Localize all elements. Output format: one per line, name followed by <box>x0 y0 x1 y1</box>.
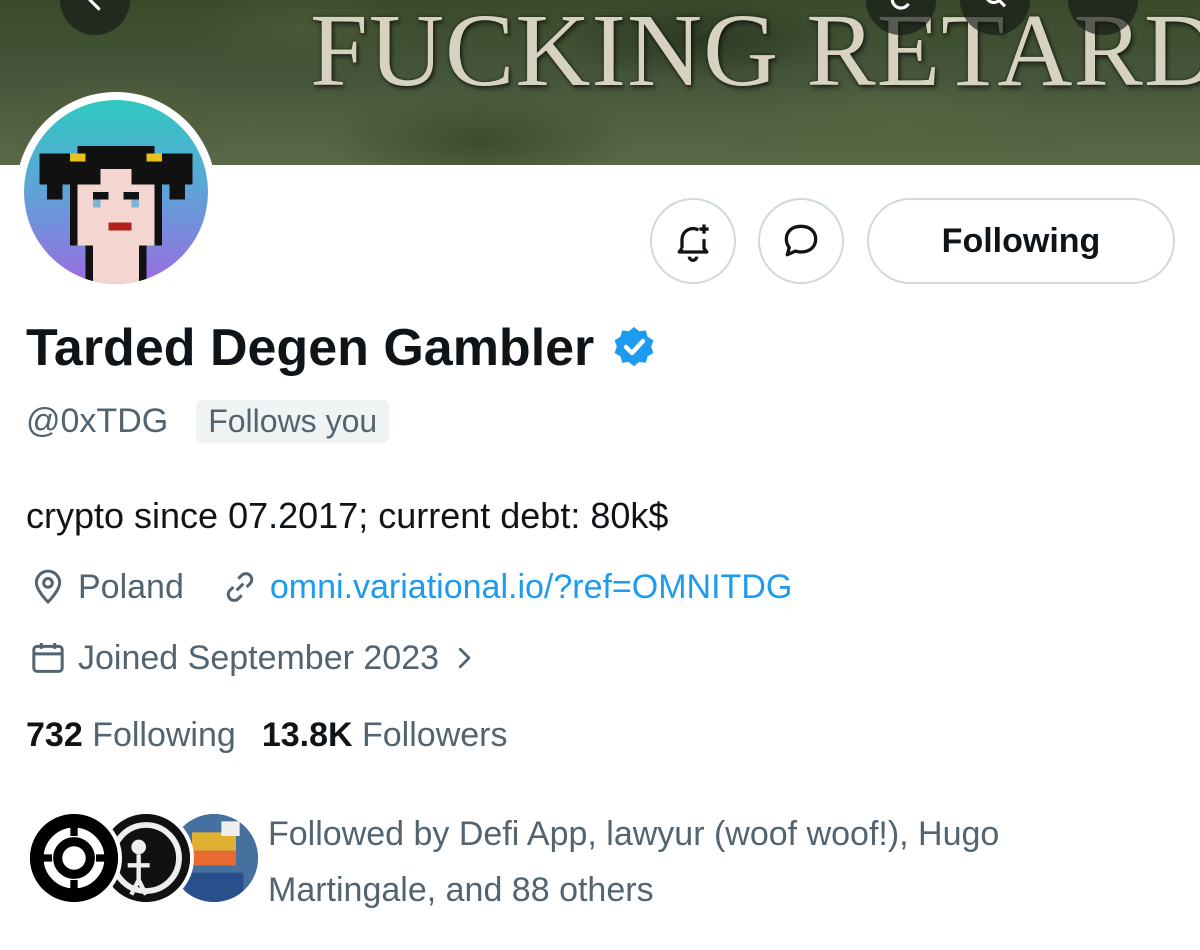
avatar-image <box>39 146 193 284</box>
following-count: 732 <box>26 716 83 754</box>
location-pin-icon <box>26 565 70 609</box>
back-arrow-icon <box>88 0 101 11</box>
verified-badge-icon <box>614 327 654 367</box>
website-link[interactable]: omni.variational.io/?ref=OMNITDG <box>270 568 792 607</box>
following-label: Following <box>92 716 236 754</box>
follows-you-badge: Follows you <box>196 400 390 443</box>
chat-bubble-icon <box>784 224 818 257</box>
mutual-followers-avatars[interactable] <box>26 810 262 910</box>
followers-count: 13.8K <box>261 716 353 754</box>
notifications-button[interactable] <box>650 198 736 284</box>
display-name-row: Tarded Degen Gambler <box>26 318 658 378</box>
back-button[interactable] <box>60 0 130 35</box>
bell-plus-icon <box>677 224 709 262</box>
message-button[interactable] <box>758 198 844 284</box>
followers-stat[interactable]: 13.8K Followers <box>262 716 508 755</box>
calendar-icon <box>26 636 70 680</box>
profile-avatar[interactable] <box>16 92 216 292</box>
search-icon <box>986 0 1007 8</box>
handle: @0xTDG <box>26 402 169 440</box>
location: Poland <box>78 567 184 606</box>
display-name: Tarded Degen Gambler <box>26 319 595 377</box>
follow-stats: 732 Following 13.8K Followers <box>26 716 507 755</box>
following-button[interactable]: Following <box>867 198 1175 284</box>
followed-by-text[interactable]: Followed by Defi App, lawyur (woof woof!… <box>268 806 1168 918</box>
follower-avatar-3 <box>26 810 122 906</box>
following-stat[interactable]: 732 Following <box>26 716 236 755</box>
link-icon <box>218 565 262 609</box>
bio: crypto since 07.2017; current debt: 80k$ <box>26 495 669 536</box>
joined-date: Joined September 2023 <box>78 638 440 677</box>
refresh-icon <box>890 0 910 10</box>
banner-text: FUCKING RETARD <box>310 0 1200 108</box>
chevron-right-icon <box>458 647 471 669</box>
joined-row[interactable]: Joined September 2023 <box>26 636 479 680</box>
followers-label: Followers <box>362 716 508 754</box>
handle-row: @0xTDG Follows you <box>26 400 390 443</box>
location-website-row: Poland omni.variational.io/?ref=OMNITDG <box>26 565 792 609</box>
